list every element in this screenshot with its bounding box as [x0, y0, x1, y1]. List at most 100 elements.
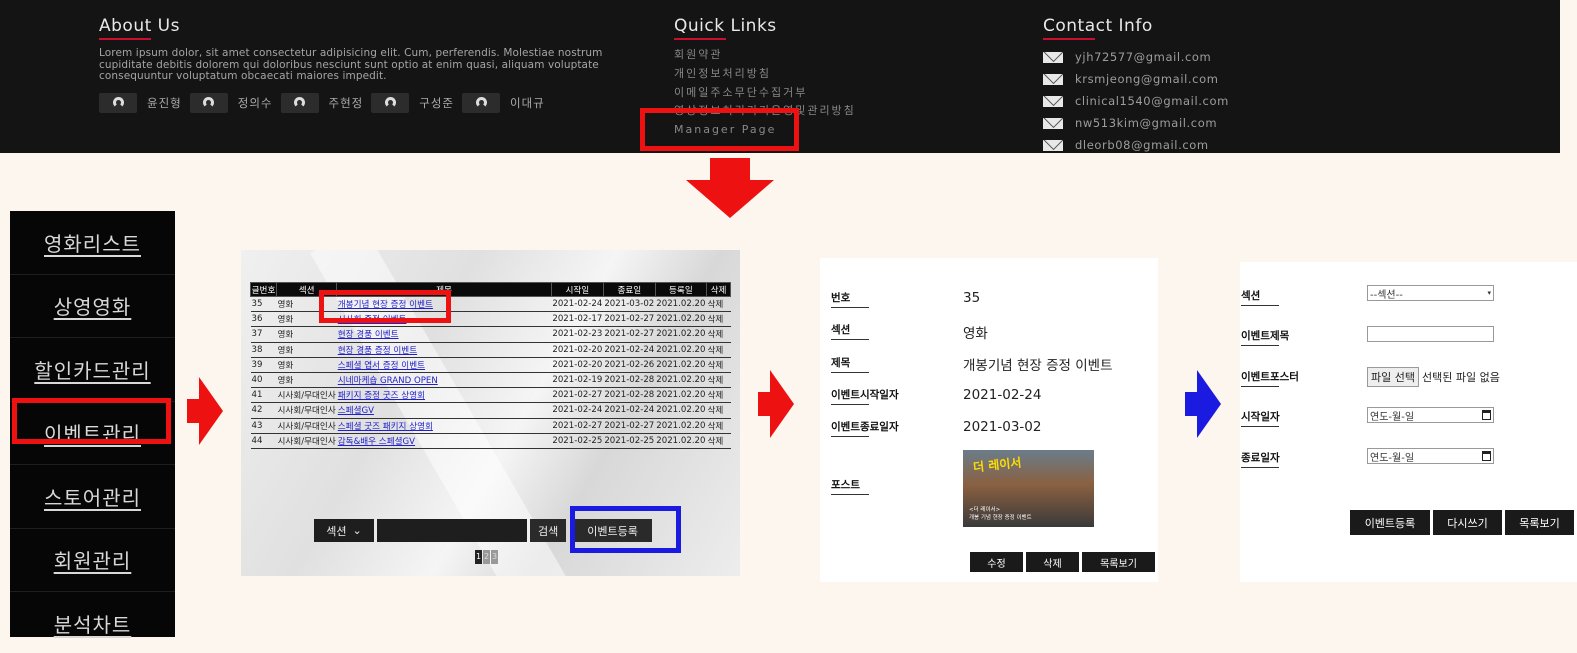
- start-date-input[interactable]: 연도-월-일: [1367, 407, 1494, 423]
- cell-title[interactable]: 현장 경품 이벤트: [336, 326, 552, 343]
- detail-buttons: 수정 삭제 목록보기: [970, 552, 1155, 572]
- cell-registered: 2021.02.20: [655, 311, 707, 328]
- reset-button[interactable]: 다시쓰기: [1433, 510, 1502, 535]
- github-icon[interactable]: [99, 92, 137, 113]
- member-item[interactable]: 주현정: [280, 92, 364, 113]
- page-link[interactable]: 2: [483, 550, 490, 564]
- event-title-link[interactable]: 현장 경품 증정 이벤트: [338, 346, 417, 356]
- member-item[interactable]: 윤진형: [99, 92, 182, 113]
- member-item[interactable]: 구성준: [371, 92, 454, 113]
- cell-delete[interactable]: 삭제: [706, 311, 731, 328]
- cell-delete[interactable]: 삭제: [706, 387, 731, 404]
- delete-button[interactable]: 삭제: [1026, 552, 1079, 572]
- list-button[interactable]: 목록보기: [1082, 552, 1155, 572]
- cell-delete[interactable]: 삭제: [706, 402, 731, 419]
- search-button[interactable]: 검색: [530, 519, 567, 542]
- cell-delete[interactable]: 삭제: [706, 372, 731, 389]
- cell-title[interactable]: 시네마케숍 GRAND OPEN: [336, 372, 552, 389]
- event-management-highlight: [12, 398, 171, 444]
- cell-title[interactable]: 현장 경품 증정 이벤트: [336, 342, 552, 358]
- table-row: 44 시사회/무대인사 감독&배우 스페셜GV 2021-02-25 2021-02-2…: [250, 433, 731, 449]
- about-us-title: About Us: [99, 16, 644, 40]
- event-title-link[interactable]: 현장 경품 이벤트: [338, 330, 399, 340]
- event-title-link[interactable]: 스페셜 엽서 증정 이벤트: [338, 361, 425, 371]
- cell-end: 2021-02-28: [603, 387, 656, 404]
- member-item[interactable]: 이대규: [462, 92, 545, 113]
- contact-email[interactable]: dleorb08@gmail.com: [1043, 134, 1229, 156]
- cell-delete[interactable]: 삭제: [706, 357, 731, 373]
- search-input[interactable]: [377, 519, 527, 542]
- sidebar-item-discount-card[interactable]: 할인카드관리: [10, 338, 175, 402]
- sidebar-item-label: 영화리스트: [44, 231, 141, 256]
- form-buttons: 이벤트등록 다시쓰기 목록보기: [1350, 510, 1574, 535]
- github-icon[interactable]: [280, 92, 319, 113]
- event-title-link[interactable]: 감독&배우 스페셜GV: [338, 437, 415, 447]
- cell-delete[interactable]: 삭제: [706, 326, 731, 343]
- contact-email[interactable]: krsmjeong@gmail.com: [1043, 68, 1229, 90]
- cell-registered: 2021.02.20: [655, 387, 707, 404]
- github-icon[interactable]: [462, 92, 500, 113]
- right-arrow-icon: [187, 377, 223, 445]
- team-members: 윤진형 정의수 주현정 구성준 이대규: [99, 92, 644, 113]
- file-select-button[interactable]: 파일 선택: [1367, 367, 1419, 387]
- sidebar-item-now-showing[interactable]: 상영영화: [10, 275, 175, 338]
- quick-link-terms[interactable]: 회원약관: [674, 46, 856, 65]
- page-link[interactable]: 3: [491, 550, 498, 564]
- sidebar-item-store-management[interactable]: 스토어관리: [10, 465, 175, 529]
- contact-email[interactable]: yjh72577@gmail.com: [1043, 46, 1229, 68]
- register-event-button[interactable]: 이벤트등록: [1350, 510, 1430, 535]
- page-link[interactable]: 1: [475, 550, 482, 564]
- event-title-input[interactable]: [1367, 326, 1494, 342]
- sidebar-item-movie-list[interactable]: 영화리스트: [10, 211, 175, 275]
- cell-registered: 2021.02.20: [655, 357, 707, 373]
- about-us-column: About Us Lorem ipsum dolor, sit amet con…: [99, 16, 644, 113]
- cell-delete[interactable]: 삭제: [706, 296, 731, 313]
- detail-value-title: 개봉기념 현장 증정 이벤트: [963, 358, 1113, 374]
- event-title-link[interactable]: 스페셜GV: [338, 406, 374, 416]
- contact-email[interactable]: clinical1540@gmail.com: [1043, 90, 1229, 112]
- section-select[interactable]: 섹션 ⌄: [314, 519, 374, 542]
- quick-link-privacy[interactable]: 개인정보처리방침: [674, 65, 856, 84]
- cell-delete[interactable]: 삭제: [706, 433, 731, 449]
- calendar-icon[interactable]: [1482, 410, 1491, 420]
- cell-title[interactable]: 감독&배우 스페셜GV: [336, 433, 552, 449]
- cell-end: 2021-02-24: [603, 342, 656, 358]
- cell-delete[interactable]: 삭제: [706, 342, 731, 358]
- cell-registered: 2021.02.20: [655, 296, 707, 313]
- github-icon[interactable]: [189, 92, 228, 113]
- sidebar-item-analytics-chart[interactable]: 분석차트: [10, 592, 175, 653]
- event-register-form: 섹션 이벤트제목 이벤트포스터 시작일자 종료일자 --섹션-- ▾ 파일 선택 …: [1240, 262, 1577, 582]
- event-title-link[interactable]: 패키지 증정 굿즈 상영회: [338, 391, 425, 401]
- cell-section: 영화: [276, 326, 337, 343]
- member-item[interactable]: 정의수: [189, 92, 273, 113]
- cell-end: 2021-02-25: [603, 433, 656, 449]
- sidebar-item-member-management[interactable]: 회원관리: [10, 529, 175, 592]
- cell-number: 42: [250, 402, 277, 419]
- mail-icon: [1043, 51, 1063, 63]
- section-select[interactable]: --섹션-- ▾: [1367, 285, 1494, 301]
- email-text: clinical1540@gmail.com: [1075, 94, 1229, 108]
- end-date-input[interactable]: 연도-월-일: [1367, 448, 1494, 464]
- detail-value-section: 영화: [963, 326, 988, 342]
- calendar-icon[interactable]: [1482, 451, 1491, 461]
- edit-button[interactable]: 수정: [970, 552, 1023, 572]
- contact-email[interactable]: nw513kim@gmail.com: [1043, 112, 1229, 134]
- github-icon[interactable]: [371, 92, 410, 113]
- mail-icon: [1043, 139, 1063, 151]
- quick-link-email-refusal[interactable]: 이메일주소무단수집거부: [674, 84, 856, 103]
- cell-title[interactable]: 스페셜GV: [336, 402, 552, 419]
- event-title-link[interactable]: 시네마케숍 GRAND OPEN: [338, 376, 438, 386]
- cell-end: 2021-02-27: [603, 326, 656, 343]
- cell-title[interactable]: 스페셜 굿즈 패키지 상영회: [336, 418, 552, 434]
- cell-registered: 2021.02.20: [655, 342, 707, 358]
- event-title-link[interactable]: 스페셜 굿즈 패키지 상영회: [338, 422, 433, 432]
- cell-end: 2021-02-24: [603, 402, 656, 419]
- cell-title[interactable]: 패키지 증정 굿즈 상영회: [336, 387, 552, 404]
- detail-label-start: 이벤트시작일자: [831, 387, 899, 405]
- cell-number: 44: [250, 433, 277, 449]
- cell-registered: 2021.02.20: [655, 418, 707, 434]
- cell-delete[interactable]: 삭제: [706, 418, 731, 434]
- detail-label-section: 섹션: [831, 322, 869, 340]
- list-button[interactable]: 목록보기: [1505, 510, 1574, 535]
- cell-title[interactable]: 스페셜 엽서 증정 이벤트: [336, 357, 552, 373]
